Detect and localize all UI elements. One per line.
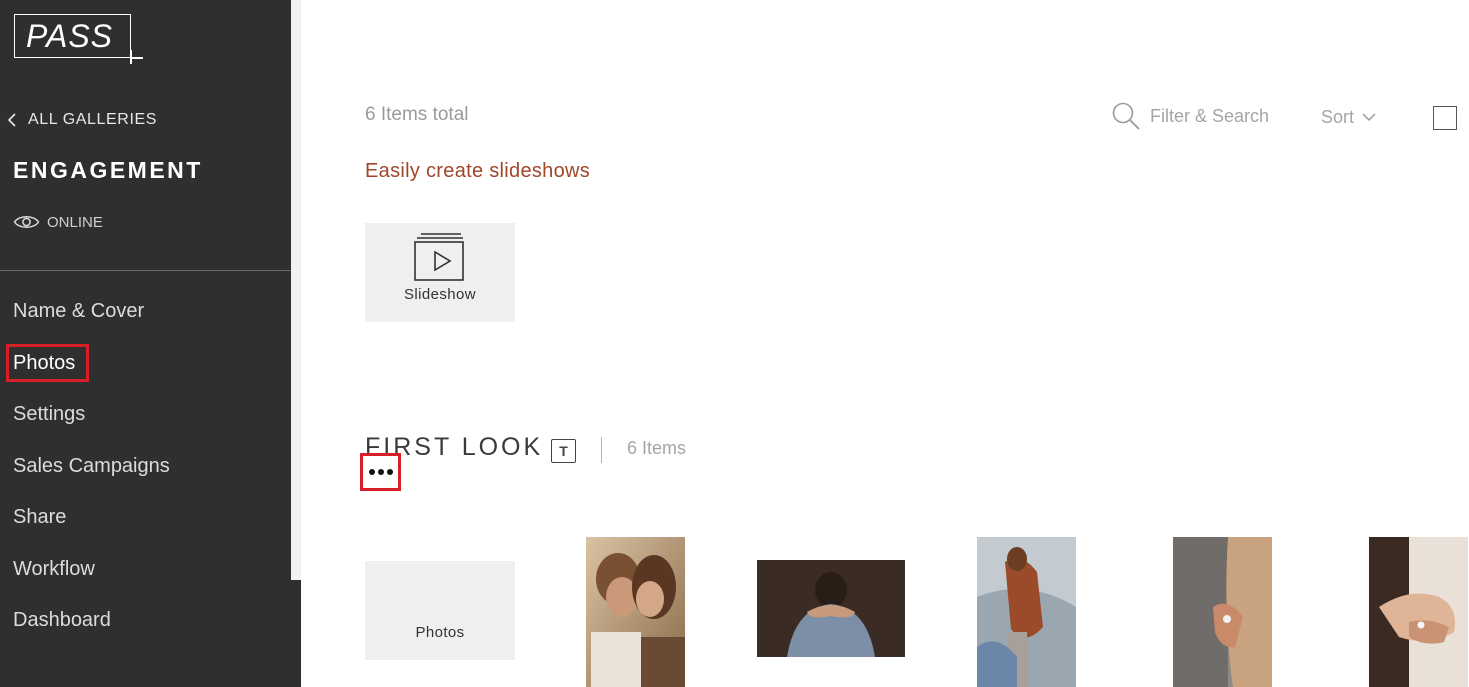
photos-highlight-box: [6, 344, 89, 382]
more-dot-icon: [368, 469, 375, 475]
add-photos-tile[interactable]: Photos: [365, 561, 515, 660]
photo-ring-image: [1173, 537, 1272, 687]
slideshow-icon: [414, 233, 464, 281]
set-separator: [601, 437, 602, 463]
status-label: ONLINE: [47, 213, 103, 231]
chevron-left-icon: [7, 113, 16, 127]
nav-item-workflow[interactable]: Workflow: [13, 558, 95, 581]
create-slideshow-link[interactable]: Easily create slideshows: [365, 160, 590, 183]
nav-item-dashboard[interactable]: Dashboard: [13, 609, 111, 632]
set-item-count: 6 Items: [627, 438, 687, 458]
nav-item-share[interactable]: Share: [13, 506, 66, 529]
sidebar-scrollbar-thumb[interactable]: [291, 0, 301, 580]
chevron-down-icon: [1362, 113, 1376, 122]
photo-hands-image: [1369, 537, 1468, 687]
photo-couple-image: [586, 537, 685, 687]
sort-label: Sort: [1321, 107, 1355, 127]
nav-item-name-cover[interactable]: Name & Cover: [13, 300, 144, 323]
nav-item-sales-campaigns[interactable]: Sales Campaigns: [13, 455, 170, 478]
sidebar: PASS ALL GALLERIES ENGAGEMENT ONLINE Nam…: [0, 0, 291, 687]
photo-walk-image: [977, 537, 1076, 687]
logo-text: PASS: [26, 18, 113, 54]
logo-plus-vertical: [130, 50, 132, 64]
more-dot-icon: [377, 469, 384, 475]
sidebar-divider: [0, 270, 291, 271]
all-galleries-link[interactable]: ALL GALLERIES: [6, 111, 157, 129]
items-total: 6 Items total: [365, 104, 469, 125]
photo-thumbnail[interactable]: [977, 537, 1076, 687]
main-content: 6 Items total Filter & Search Sort Easil…: [301, 0, 1469, 687]
logo-plus-horizontal: [131, 57, 143, 59]
text-edit-icon[interactable]: T: [551, 439, 576, 463]
photo-thumbnail[interactable]: [757, 560, 905, 657]
slideshow-tile[interactable]: Slideshow: [365, 223, 515, 322]
select-all-checkbox[interactable]: [1433, 106, 1457, 130]
gallery-status[interactable]: ONLINE: [13, 213, 103, 231]
eye-icon: [13, 216, 40, 228]
photo-thumbnail[interactable]: [1369, 537, 1468, 687]
gallery-title: ENGAGEMENT: [13, 157, 203, 183]
add-photos-label: Photos: [415, 624, 465, 641]
nav-item-settings[interactable]: Settings: [13, 403, 85, 426]
search-icon: [1112, 102, 1140, 130]
more-options-button[interactable]: [360, 453, 401, 491]
more-dot-icon: [386, 469, 393, 475]
slideshow-tile-label: Slideshow: [404, 286, 476, 303]
sort-dropdown[interactable]: Sort: [1321, 107, 1376, 128]
all-galleries-label: ALL GALLERIES: [28, 111, 158, 128]
pass-logo[interactable]: PASS: [14, 14, 144, 66]
filter-search-button[interactable]: Filter & Search: [1111, 101, 1269, 131]
photo-thumbnail[interactable]: [586, 537, 685, 687]
filter-search-label: Filter & Search: [1150, 105, 1270, 126]
photo-thumbnail[interactable]: [1173, 537, 1272, 687]
photo-embrace-image: [757, 560, 905, 657]
